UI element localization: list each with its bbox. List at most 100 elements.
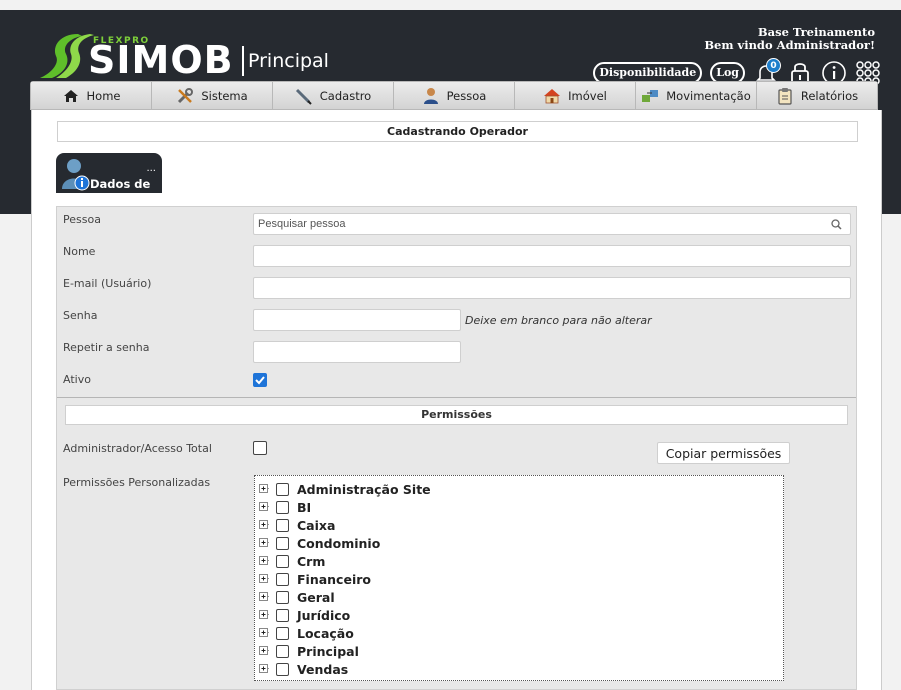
- main-menu: Home Sistema Cadastro Pessoa Imóvel Movi…: [30, 81, 878, 110]
- tree-item[interactable]: Jurídico: [255, 606, 783, 624]
- tree-item[interactable]: Administração Site: [255, 480, 783, 498]
- expand-icon[interactable]: [259, 592, 269, 602]
- repetir-senha-label: Repetir a senha: [63, 341, 150, 354]
- checkmark-icon: [255, 376, 265, 385]
- tree-item-label: Principal: [297, 643, 359, 659]
- tree-item-label: Geral: [297, 589, 335, 605]
- tree-item[interactable]: Locação: [255, 624, 783, 642]
- house-icon: [543, 87, 561, 105]
- menu-relatorios-label: Relatórios: [800, 88, 859, 103]
- expand-icon[interactable]: [259, 610, 269, 620]
- tree-item-checkbox[interactable]: [276, 536, 289, 550]
- copiar-permissoes-button[interactable]: Copiar permissões: [657, 442, 790, 464]
- pessoa-search-input[interactable]: [253, 213, 851, 235]
- menu-sistema[interactable]: Sistema: [152, 82, 273, 109]
- nome-label: Nome: [63, 245, 96, 258]
- tab-dados-label: Dados de: [90, 177, 151, 191]
- tree-item[interactable]: BI: [255, 498, 783, 516]
- expand-icon[interactable]: [259, 556, 269, 566]
- tree-item-checkbox[interactable]: [276, 644, 289, 658]
- permissoes-title: Permissões: [65, 405, 848, 425]
- menu-home[interactable]: Home: [31, 82, 152, 109]
- page-title: Cadastrando Operador: [57, 121, 858, 142]
- ativo-label: Ativo: [63, 373, 91, 386]
- welcome-text: Base Treinamento Bem vindo Administrador…: [704, 26, 875, 52]
- clipboard-icon: [776, 87, 794, 105]
- tree-item[interactable]: Condominio: [255, 534, 783, 552]
- search-icon[interactable]: [831, 219, 842, 230]
- tree-item[interactable]: Crm: [255, 552, 783, 570]
- expand-icon[interactable]: [259, 646, 269, 656]
- tree-item-checkbox[interactable]: [276, 500, 289, 514]
- tree-item-checkbox[interactable]: [276, 626, 289, 640]
- tree-item[interactable]: Caixa: [255, 516, 783, 534]
- tree-item-checkbox[interactable]: [276, 608, 289, 622]
- section-divider: [57, 397, 856, 398]
- expand-icon[interactable]: [259, 538, 269, 548]
- menu-movimentacao-label: Movimentação: [666, 88, 751, 103]
- simob-logo[interactable]: FLEXPRO SIMOB Principal: [38, 32, 338, 82]
- expand-icon[interactable]: [259, 520, 269, 530]
- tree-item-checkbox[interactable]: [276, 590, 289, 604]
- custom-permissions-label: Permissões Personalizadas: [63, 476, 211, 489]
- pessoa-label: Pessoa: [63, 213, 101, 226]
- tree-item-label: Jurídico: [297, 607, 351, 623]
- menu-cadastro-label: Cadastro: [319, 88, 372, 103]
- menu-imovel[interactable]: Imóvel: [515, 82, 636, 109]
- email-label: E-mail (Usuário): [63, 277, 152, 290]
- admin-checkbox[interactable]: [253, 441, 267, 455]
- expand-icon[interactable]: [259, 484, 269, 494]
- menu-pessoa[interactable]: Pessoa: [394, 82, 515, 109]
- module-name: Principal: [248, 50, 329, 72]
- tree-item-label: Caixa: [297, 517, 336, 533]
- menu-relatorios[interactable]: Relatórios: [757, 82, 877, 109]
- tree-item[interactable]: Financeiro: [255, 570, 783, 588]
- tree-item-label: Vendas: [297, 661, 349, 677]
- brand-name: SIMOB: [88, 38, 234, 82]
- tree-item-label: Financeiro: [297, 571, 371, 587]
- tools-icon: [176, 87, 194, 105]
- logo-divider: [242, 46, 244, 76]
- tree-item-checkbox[interactable]: [276, 554, 289, 568]
- tree-item-checkbox[interactable]: [276, 662, 289, 676]
- tree-item-label: Condominio: [297, 535, 381, 551]
- tree-item-label: Locação: [297, 625, 354, 641]
- expand-icon[interactable]: [259, 628, 269, 638]
- expand-icon[interactable]: [259, 574, 269, 584]
- tree-item-checkbox[interactable]: [276, 482, 289, 496]
- tree-item-label: Crm: [297, 553, 326, 569]
- repetir-senha-input[interactable]: [253, 341, 461, 363]
- user-info-icon: [61, 157, 91, 194]
- tree-item[interactable]: Geral: [255, 588, 783, 606]
- ativo-checkbox[interactable]: [253, 373, 267, 387]
- operator-form: Pessoa Nome E-mail (Usuário) Senha Deixe…: [56, 206, 857, 690]
- tab-dados[interactable]: Dados de ...: [56, 153, 162, 193]
- senha-hint: Deixe em branco para não alterar: [465, 314, 652, 327]
- tree-item[interactable]: Principal: [255, 642, 783, 660]
- expand-icon[interactable]: [259, 502, 269, 512]
- nome-input[interactable]: [253, 245, 851, 267]
- admin-label: Administrador/Acesso Total: [63, 442, 212, 455]
- notification-badge: 0: [766, 58, 781, 73]
- home-icon: [62, 87, 80, 105]
- tree-item-checkbox[interactable]: [276, 518, 289, 532]
- menu-imovel-label: Imóvel: [568, 88, 607, 103]
- person-icon: [422, 87, 440, 105]
- content-panel: Cadastrando Operador Dados de ... Pessoa…: [31, 110, 882, 690]
- senha-label: Senha: [63, 309, 98, 322]
- senha-input[interactable]: [253, 309, 461, 331]
- tree-item-label: Administração Site: [297, 481, 431, 497]
- pen-icon: [295, 87, 313, 105]
- menu-cadastro[interactable]: Cadastro: [273, 82, 394, 109]
- swoosh-logo-icon: [40, 34, 94, 78]
- tree-item-checkbox[interactable]: [276, 572, 289, 586]
- menu-pessoa-label: Pessoa: [446, 88, 487, 103]
- email-input[interactable]: [253, 277, 851, 299]
- welcome-user: Bem vindo Administrador!: [704, 38, 875, 52]
- expand-icon[interactable]: [259, 664, 269, 674]
- tree-item-label: BI: [297, 499, 312, 515]
- tree-item[interactable]: Vendas: [255, 660, 783, 678]
- menu-sistema-label: Sistema: [201, 88, 248, 103]
- menu-movimentacao[interactable]: Movimentação: [636, 82, 757, 109]
- permissions-tree: Administração Site BI Caixa Condominio Crm Fi…: [254, 475, 784, 681]
